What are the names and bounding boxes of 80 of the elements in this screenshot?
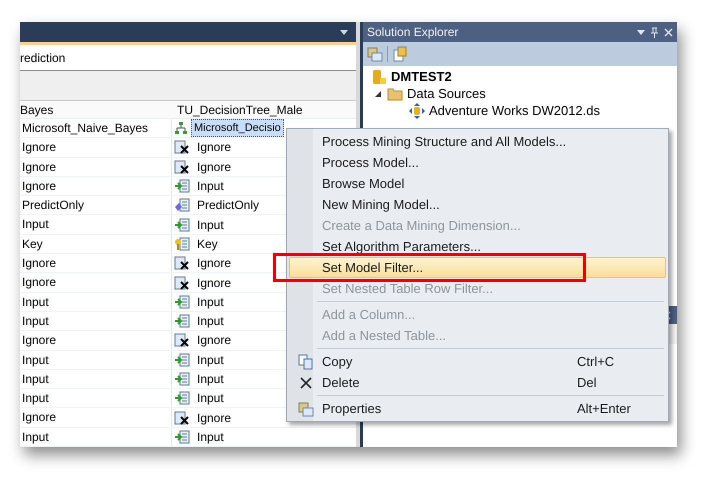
usage-cell[interactable]: Ignore [193, 274, 236, 292]
expanded-arrow-icon[interactable] [375, 90, 381, 96]
document-tab-title[interactable]: rediction [20, 48, 66, 66]
ignore-icon [174, 160, 190, 174]
menu-item[interactable]: Delete Del [289, 372, 666, 393]
table-cell: Input [20, 428, 172, 446]
properties-icon [298, 400, 314, 416]
table-cell: PredictOnly [20, 196, 172, 214]
table-cell: Ignore [20, 138, 172, 157]
table-cell: Ignore [20, 158, 172, 176]
usage-cell[interactable]: Input [193, 389, 228, 408]
input-icon [174, 314, 190, 328]
menu-item[interactable]: Copy Ctrl+C [289, 351, 666, 372]
usage-cell[interactable]: Input [193, 312, 228, 330]
menu-item[interactable]: Properties Alt+Enter [289, 398, 666, 419]
data-source-icon [409, 102, 425, 118]
ignore-icon [174, 410, 190, 425]
table-cell: Ignore [20, 408, 172, 427]
input-icon [174, 179, 190, 194]
menu-item[interactable]: Process Mining Structure and All Models... [289, 131, 666, 152]
usage-cell[interactable]: Input [193, 428, 228, 446]
pin-icon[interactable] [651, 26, 658, 38]
key-icon [174, 236, 190, 251]
input-icon [174, 352, 190, 367]
table-cell: Ignore [20, 273, 172, 292]
pane-title: Solution Explorer [367, 24, 458, 41]
ignore-icon [174, 140, 190, 154]
input-icon [174, 430, 190, 444]
table-cell: Input [20, 370, 172, 388]
input-icon [174, 294, 190, 309]
usage-cell[interactable]: Ignore [193, 158, 236, 176]
table-cell: Input [20, 350, 172, 369]
dropdown-arrow-icon[interactable] [340, 30, 348, 34]
menu-item[interactable]: Set Algorithm Parameters... [289, 236, 666, 257]
usage-cell[interactable]: Input [193, 350, 228, 369]
predict-icon [174, 198, 190, 212]
table-cell: Input [20, 215, 172, 234]
input-icon [174, 391, 190, 406]
folder-icon [387, 86, 403, 100]
usage-cell[interactable]: Ignore [193, 138, 236, 156]
usage-cell[interactable]: Input [193, 292, 228, 311]
usage-cell[interactable]: Input [193, 216, 228, 234]
table-cell: Microsoft_Naive_Bayes [20, 119, 172, 138]
column-header[interactable]: Bayes [20, 101, 172, 118]
usage-cell[interactable]: PredictOnly [193, 196, 264, 214]
usage-cell[interactable]: Key [193, 234, 222, 253]
copy-icon [298, 354, 314, 370]
properties-icon[interactable] [367, 46, 383, 62]
table-cell: Ignore [20, 176, 172, 196]
usage-cell[interactable]: Input [193, 177, 228, 196]
tree-item[interactable]: DMTEST2 [391, 66, 452, 86]
menu-item[interactable]: Process Model... [289, 152, 666, 173]
table-cell: Input [20, 292, 172, 311]
column-header[interactable]: TU_DecisionTree_Male [172, 101, 356, 118]
tree-item[interactable]: Adventure Works DW2012.ds [429, 100, 600, 120]
tree-item[interactable]: Data Sources [407, 84, 486, 104]
table-cell: Ignore [20, 254, 172, 272]
ignore-icon [174, 256, 190, 270]
close-icon [299, 376, 313, 390]
input-icon [174, 218, 190, 232]
usage-cell[interactable]: Input [193, 370, 228, 388]
usage-cell[interactable]: Ignore [193, 254, 236, 272]
usage-cell[interactable]: Ignore [193, 408, 236, 427]
menu-item[interactable]: Browse Model [289, 173, 666, 194]
database-project-icon [371, 68, 387, 84]
menu-item[interactable]: Set Model Filter... [289, 257, 666, 278]
tree-diagram-icon [174, 121, 188, 136]
table-cell: Input [20, 389, 172, 408]
show-all-files-icon[interactable] [392, 46, 408, 62]
table-cell: Input [20, 312, 172, 330]
menu-item[interactable]: New Mining Model... [289, 194, 666, 215]
close-icon[interactable] [664, 28, 673, 36]
usage-cell[interactable]: Microsoft_Decisio [191, 119, 284, 138]
input-icon [174, 372, 190, 386]
ignore-icon [174, 333, 190, 348]
usage-cell[interactable]: Ignore [193, 331, 236, 350]
dropdown-arrow-icon[interactable] [637, 30, 645, 34]
table-cell: Key [20, 234, 172, 254]
table-cell: Ignore [20, 331, 172, 350]
ignore-icon [174, 276, 190, 290]
